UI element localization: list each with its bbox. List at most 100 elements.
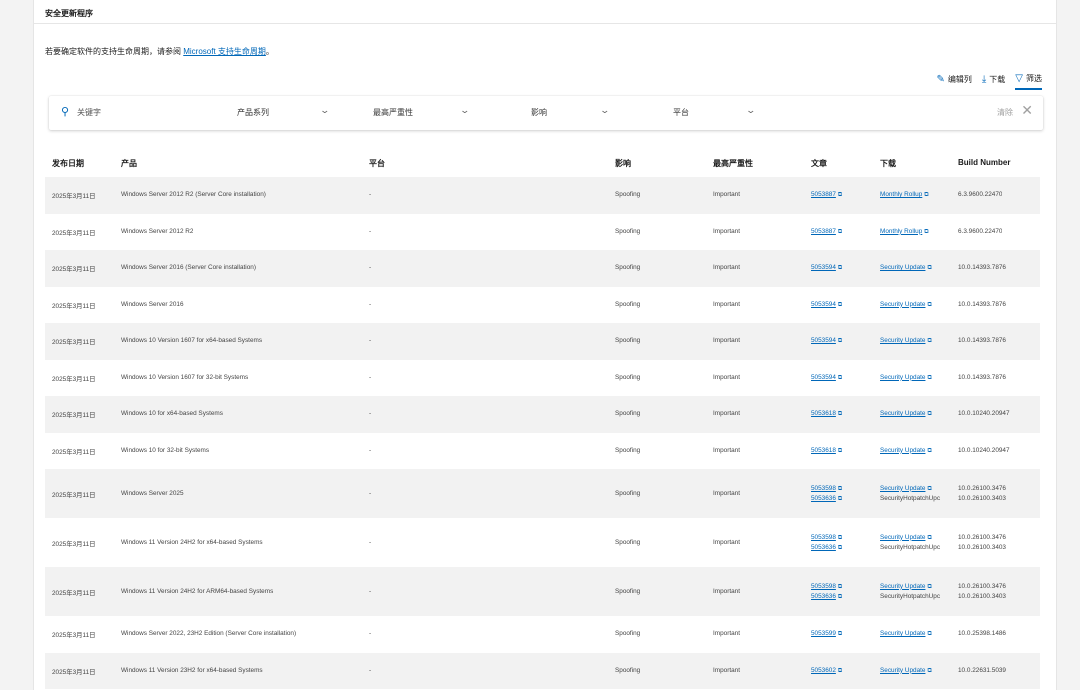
platform-dropdown[interactable]: 平台 [673,107,689,118]
download-label[interactable]: Security Update [880,410,925,417]
download-label[interactable]: Security Update [880,534,925,541]
article-number[interactable]: 5053636 [811,593,836,600]
download-label[interactable]: Security Update [880,583,925,590]
article-number[interactable]: 5053594 [811,301,836,308]
impact-cell: Spoofing [615,373,641,381]
chevron-down-icon[interactable]: ⌄ [599,105,610,116]
download-link[interactable]: Monthly Rollup ⧉ [880,191,929,199]
download-label[interactable]: Security Update [880,264,925,271]
article-number[interactable]: 5053594 [811,374,836,381]
download-link[interactable]: Security Update ⧉ [880,667,932,675]
download-label[interactable]: Security Update [880,667,925,674]
section-title: 安全更新程序 [45,9,93,18]
download-link[interactable]: Security Update ⧉ [880,337,932,345]
impact-cell: Spoofing [615,337,641,345]
article-link[interactable]: 5053636 ⧉ [811,495,842,503]
article-number[interactable]: 5053887 [811,191,836,198]
impact-dropdown[interactable]: 影响 [531,107,547,118]
article-number[interactable]: 5053887 [811,228,836,235]
download-label[interactable]: Monthly Rollup [880,228,922,235]
download-label[interactable]: Security Update [880,485,925,492]
close-icon[interactable]: ✕ [1021,102,1033,119]
article-link[interactable]: 5053594 ⧉ [811,374,842,382]
col-download[interactable]: 下载 [880,158,896,169]
col-max-severity[interactable]: 最高严重性 [713,158,753,169]
article-link[interactable]: 5053602 ⧉ [811,667,842,675]
filter-button[interactable]: ▽ 筛选 [1015,73,1042,90]
chevron-down-icon[interactable]: ⌄ [459,105,470,116]
download-label[interactable]: Security Update [880,374,925,381]
download-link[interactable]: Security Update ⧉ [880,534,932,542]
max-severity-dropdown[interactable]: 最高严重性 [373,107,413,118]
impact-cell: Spoofing [615,227,641,235]
clear-filters-button[interactable]: 清除 [997,107,1013,118]
article-link[interactable]: 5053599 ⧉ [811,630,842,638]
divider [34,23,1056,24]
build-number-cell: 6.3.9600.22470 [958,191,1003,199]
chevron-down-icon[interactable]: ⌄ [319,105,330,116]
col-product[interactable]: 产品 [121,158,137,169]
lifecycle-link[interactable]: Microsoft 支持生命周期 [183,47,266,56]
col-build-number[interactable]: Build Number [958,158,1010,167]
product-cell: Windows Server 2016 [121,300,184,308]
download-link[interactable]: Security Update ⧉ [880,410,932,418]
article-number[interactable]: 5053598 [811,583,836,590]
article-number[interactable]: 5053598 [811,534,836,541]
download-link[interactable]: Security Update ⧉ [880,630,932,638]
table-row: 2025年3月11日 Windows 10 Version 1607 for 32… [45,360,1040,397]
chevron-down-icon[interactable]: ⌄ [745,105,756,116]
article-link[interactable]: 5053618 ⧉ [811,447,842,455]
product-cell: Windows Server 2012 R2 [121,227,194,235]
download-link[interactable]: Security Update ⧉ [880,447,932,455]
article-link[interactable]: 5053594 ⧉ [811,337,842,345]
severity-cell: Important [713,410,740,418]
article-link[interactable]: 5053636 ⧉ [811,544,842,552]
article-link[interactable]: 5053887 ⧉ [811,191,842,199]
article-number[interactable]: 5053636 [811,495,836,502]
download-label[interactable]: Security Update [880,301,925,308]
external-link-icon: ⧉ [837,583,843,590]
download-label[interactable]: Security Update [880,447,925,454]
release-date-cell: 2025年3月11日 [52,266,96,274]
article-number[interactable]: 5053599 [811,630,836,637]
external-link-icon: ⧉ [924,192,929,199]
article-link[interactable]: 5053618 ⧉ [811,410,842,418]
article-number[interactable]: 5053602 [811,667,836,674]
download-label[interactable]: Monthly Rollup [880,191,922,198]
table-row: 2025年3月11日 Windows 10 for x64-based Syste… [45,396,1040,433]
download-label[interactable]: Security Update [880,630,925,637]
download-link[interactable]: Security Update ⧉ [880,374,932,382]
article-number[interactable]: 5053618 [811,447,836,454]
article-link[interactable]: 5053598 ⧉ [811,583,842,591]
article-link[interactable]: 5053598 ⧉ [811,534,842,542]
external-link-icon: ⧉ [837,447,843,454]
article-link[interactable]: 5053887 ⧉ [811,228,842,236]
col-article[interactable]: 文章 [811,158,827,169]
download-link[interactable]: Security Update ⧉ [880,485,932,493]
download-button[interactable]: ⤓ 下载 [982,74,1005,89]
article-link[interactable]: 5053594 ⧉ [811,301,842,309]
article-number[interactable]: 5053598 [811,485,836,492]
article-number[interactable]: 5053618 [811,410,836,417]
download-link[interactable]: Security Update ⧉ [880,301,932,309]
col-platform[interactable]: 平台 [369,158,385,169]
severity-cell: Important [713,538,740,546]
table-row: 2025年3月11日 Windows Server 2016 (Server Co… [45,250,1040,287]
article-number[interactable]: 5053594 [811,337,836,344]
product-family-dropdown[interactable]: 产品系列 [237,107,269,118]
download-link[interactable]: Monthly Rollup ⧉ [880,228,929,236]
platform-cell: - [369,666,372,674]
article-link[interactable]: 5053594 ⧉ [811,264,842,272]
article-link[interactable]: 5053598 ⧉ [811,485,842,493]
external-link-icon: ⧉ [837,593,843,600]
article-link[interactable]: 5053636 ⧉ [811,593,842,601]
article-number[interactable]: 5053636 [811,544,836,551]
impact-cell: Spoofing [615,630,641,638]
download-label[interactable]: Security Update [880,337,925,344]
download-link[interactable]: Security Update ⧉ [880,583,932,591]
article-number[interactable]: 5053594 [811,264,836,271]
col-impact[interactable]: 影响 [615,158,631,169]
edit-columns-button[interactable]: ✎ 编辑列 [936,74,971,89]
download-link[interactable]: Security Update ⧉ [880,264,932,272]
keyword-input[interactable]: 关键字 [77,107,101,118]
